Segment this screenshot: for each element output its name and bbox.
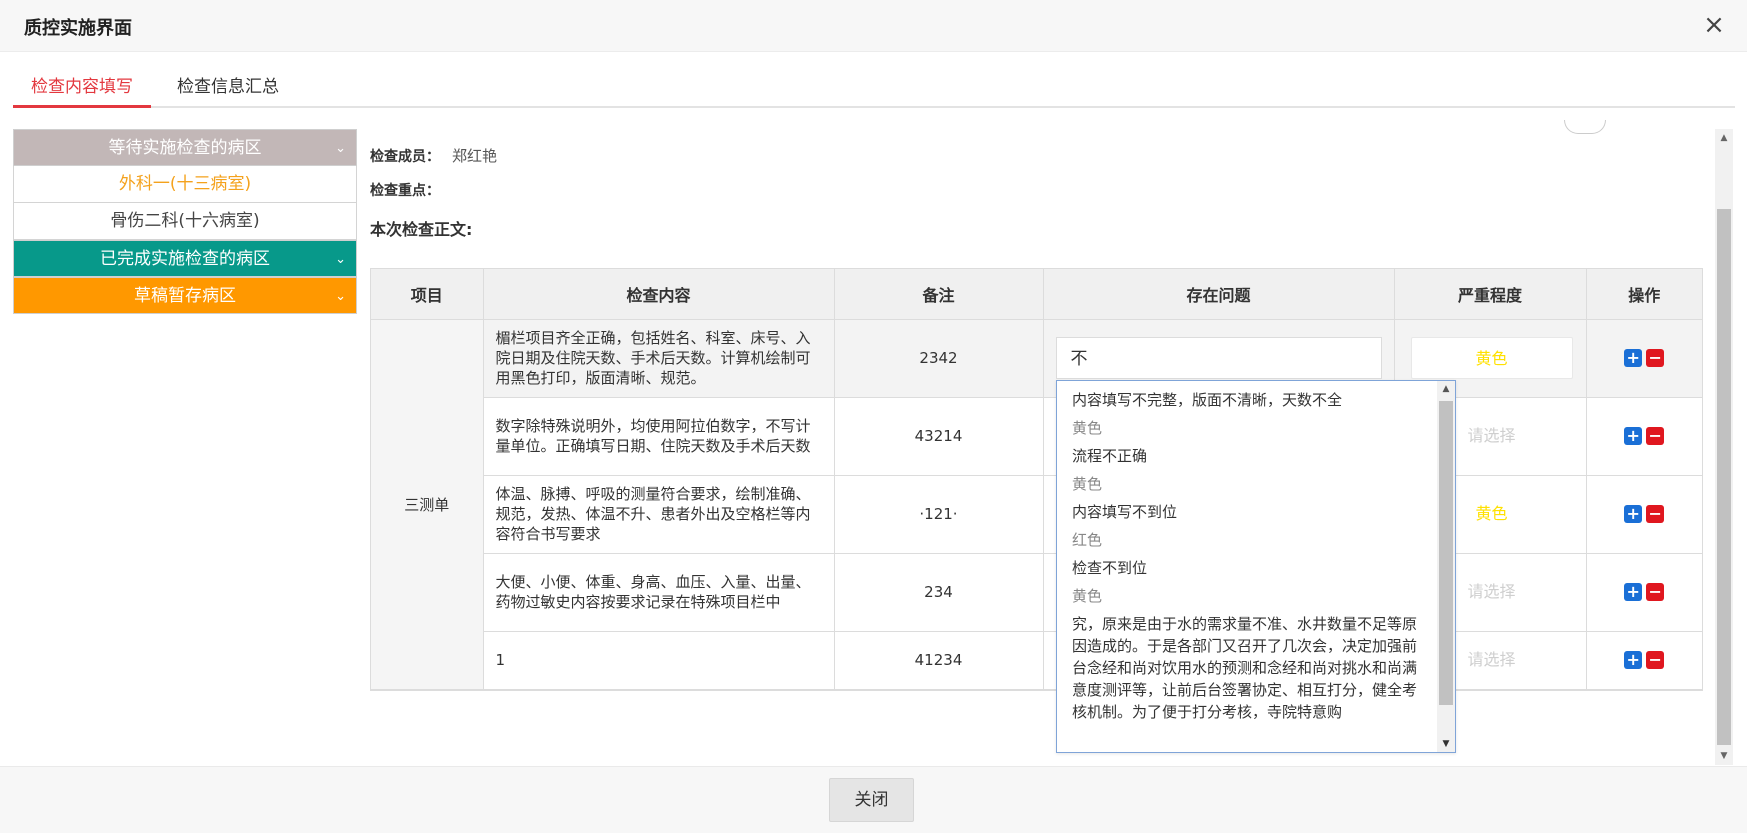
table-row: 1 41234 请选择 + − <box>371 631 1702 690</box>
row-note: 2342 <box>834 319 1044 398</box>
chevron-down-icon: ⌄ <box>335 289 346 304</box>
suggestion-option[interactable]: 内容填写不到位 <box>1072 501 1427 523</box>
scroll-up-icon[interactable]: ▲ <box>1715 129 1733 147</box>
members-row: 检查成员： 郑红艳 <box>370 145 497 166</box>
row-note: ·121· <box>834 475 1044 554</box>
quality-control-dialog: 质控实施界面 × 检查内容填写 检查信息汇总 等待实施检查的病区 ⌄ 外科一(十… <box>0 0 1747 833</box>
dialog-title: 质控实施界面 <box>24 18 132 39</box>
table-row: 体温、脉搏、呼吸的测量符合要求，绘制准确、规范，发热、体温不升、患者外出及空格栏… <box>371 475 1702 554</box>
suggestion-option-long[interactable]: 究，原来是由于水的需求量不准、水井数量不足等原因造成的。于是各部门又召开了几次会… <box>1072 613 1427 723</box>
body-label: 本次检查正文: <box>370 220 473 239</box>
suggestion-list: 内容填写不完整，版面不清晰，天数不全 黄色 流程不正确 黄色 内容填写不到位 红… <box>1057 381 1437 723</box>
suggestion-level: 黄色 <box>1072 419 1103 437</box>
suggestion-level: 黄色 <box>1072 587 1103 605</box>
minus-icon[interactable]: − <box>1646 349 1665 368</box>
suggestion-option[interactable]: 流程不正确 <box>1072 445 1427 467</box>
chevron-down-icon: ⌄ <box>335 252 346 267</box>
row-actions: + − <box>1586 319 1702 398</box>
row-note: 43214 <box>834 397 1044 476</box>
suggestion-option[interactable]: 内容填写不完整，版面不清晰，天数不全 <box>1072 389 1427 411</box>
minus-icon[interactable]: − <box>1646 505 1665 524</box>
ward-item[interactable]: 骨伤二科(十六病室) <box>13 203 357 240</box>
dialog-titlebar: 质控实施界面 × <box>0 0 1747 52</box>
row-content: 体温、脉搏、呼吸的测量符合要求，绘制准确、规范，发热、体温不升、患者外出及空格栏… <box>483 475 835 554</box>
minus-icon[interactable]: − <box>1646 583 1665 602</box>
minus-icon[interactable]: − <box>1646 651 1665 670</box>
minus-icon[interactable]: − <box>1646 427 1665 446</box>
table-row: 大便、小便、体重、身高、血压、入量、出量、药物过敏史内容按要求记录在特殊项目栏中… <box>371 553 1702 632</box>
ward-sidebar: 等待实施检查的病区 ⌄ 外科一(十三病室) 骨伤二科(十六病室) 已完成实施检查… <box>13 129 357 314</box>
col-header-item: 项目 <box>371 269 484 320</box>
ward-item-selected[interactable]: 外科一(十三病室) <box>13 166 357 203</box>
suggestion-level: 红色 <box>1072 531 1103 549</box>
plus-icon[interactable]: + <box>1624 651 1643 670</box>
dialog-footer: 关闭 <box>0 766 1747 833</box>
draft-wards-label: 草稿暂存病区 <box>134 286 236 306</box>
plus-icon[interactable]: + <box>1624 583 1643 602</box>
close-button[interactable]: 关闭 <box>829 778 914 822</box>
col-header-content: 检查内容 <box>483 269 835 320</box>
dropdown-scroll-thumb[interactable] <box>1439 401 1453 705</box>
issue-input[interactable]: 不 <box>1055 337 1382 379</box>
dropdown-scrollbar[interactable]: ▲ ▼ <box>1437 381 1455 752</box>
scrollbar-thumb[interactable] <box>1717 209 1731 745</box>
inspection-content-area: 检查成员： 郑红艳 检查重点： 本次检查正文: 项目 检查内容 备注 存在问题 严… <box>370 129 1717 767</box>
row-actions: + − <box>1586 475 1702 554</box>
plus-icon[interactable]: + <box>1624 505 1643 524</box>
col-header-severity: 严重程度 <box>1394 269 1587 320</box>
tab-bar: 检查内容填写 检查信息汇总 <box>13 52 1735 108</box>
draft-wards-header[interactable]: 草稿暂存病区 ⌄ <box>13 277 357 314</box>
scroll-up-icon[interactable]: ▲ <box>1437 381 1455 397</box>
members-value: 郑红艳 <box>452 147 498 165</box>
plus-icon[interactable]: + <box>1624 427 1643 446</box>
row-actions: + − <box>1586 397 1702 476</box>
plus-icon[interactable]: + <box>1624 349 1643 368</box>
severity-select[interactable]: 黄色 <box>1410 337 1573 379</box>
suggestion-option[interactable]: 检查不到位 <box>1072 557 1427 579</box>
group-label: 三测单 <box>371 319 484 690</box>
row-content: 数字除特殊说明外，均使用阿拉伯数字，不写计量单位。正确填写日期、住院天数及手术后… <box>483 397 835 476</box>
suggestion-level: 黄色 <box>1072 475 1103 493</box>
focus-label: 检查重点： <box>370 183 440 199</box>
inspection-table: 项目 检查内容 备注 存在问题 严重程度 操作 三测单 楣栏项目齐全正确，包括姓… <box>370 268 1703 691</box>
done-wards-label: 已完成实施检查的病区 <box>100 249 270 269</box>
tab-summary[interactable]: 检查信息汇总 <box>159 72 297 106</box>
table-header-row: 项目 检查内容 备注 存在问题 严重程度 操作 <box>371 269 1702 320</box>
chevron-down-icon: ⌄ <box>335 141 346 156</box>
row-actions: + − <box>1586 553 1702 632</box>
row-content: 大便、小便、体重、身高、血压、入量、出量、药物过敏史内容按要求记录在特殊项目栏中 <box>483 553 835 632</box>
table-row: 数字除特殊说明外，均使用阿拉伯数字，不写计量单位。正确填写日期、住院天数及手术后… <box>371 397 1702 476</box>
tab-fill-content[interactable]: 检查内容填写 <box>13 72 151 108</box>
col-header-issue: 存在问题 <box>1043 269 1395 320</box>
row-content: 1 <box>483 631 835 690</box>
row-actions: + − <box>1586 631 1702 690</box>
content-scrollbar[interactable]: ▲ ▼ <box>1715 129 1733 765</box>
focus-row: 检查重点： <box>370 180 440 200</box>
scroll-down-icon[interactable]: ▼ <box>1715 747 1733 765</box>
row-note: 234 <box>834 553 1044 632</box>
col-header-note: 备注 <box>834 269 1044 320</box>
scroll-down-icon[interactable]: ▼ <box>1437 736 1455 752</box>
row-content: 楣栏项目齐全正确，包括姓名、科室、床号、入院日期及住院天数、手术后天数。计算机绘… <box>483 319 835 398</box>
pending-wards-label: 等待实施检查的病区 <box>108 138 262 158</box>
table-row: 三测单 楣栏项目齐全正确，包括姓名、科室、床号、入院日期及住院天数、手术后天数。… <box>371 319 1702 690</box>
col-header-actions: 操作 <box>1586 269 1702 320</box>
members-label: 检查成员： <box>370 149 440 165</box>
row-note: 41234 <box>834 631 1044 690</box>
close-icon[interactable]: × <box>1699 10 1729 40</box>
pending-wards-header[interactable]: 等待实施检查的病区 ⌄ <box>13 129 357 166</box>
issue-suggestion-dropdown: 内容填写不完整，版面不清晰，天数不全 黄色 流程不正确 黄色 内容填写不到位 红… <box>1056 380 1456 753</box>
done-wards-header[interactable]: 已完成实施检查的病区 ⌄ <box>13 240 357 277</box>
